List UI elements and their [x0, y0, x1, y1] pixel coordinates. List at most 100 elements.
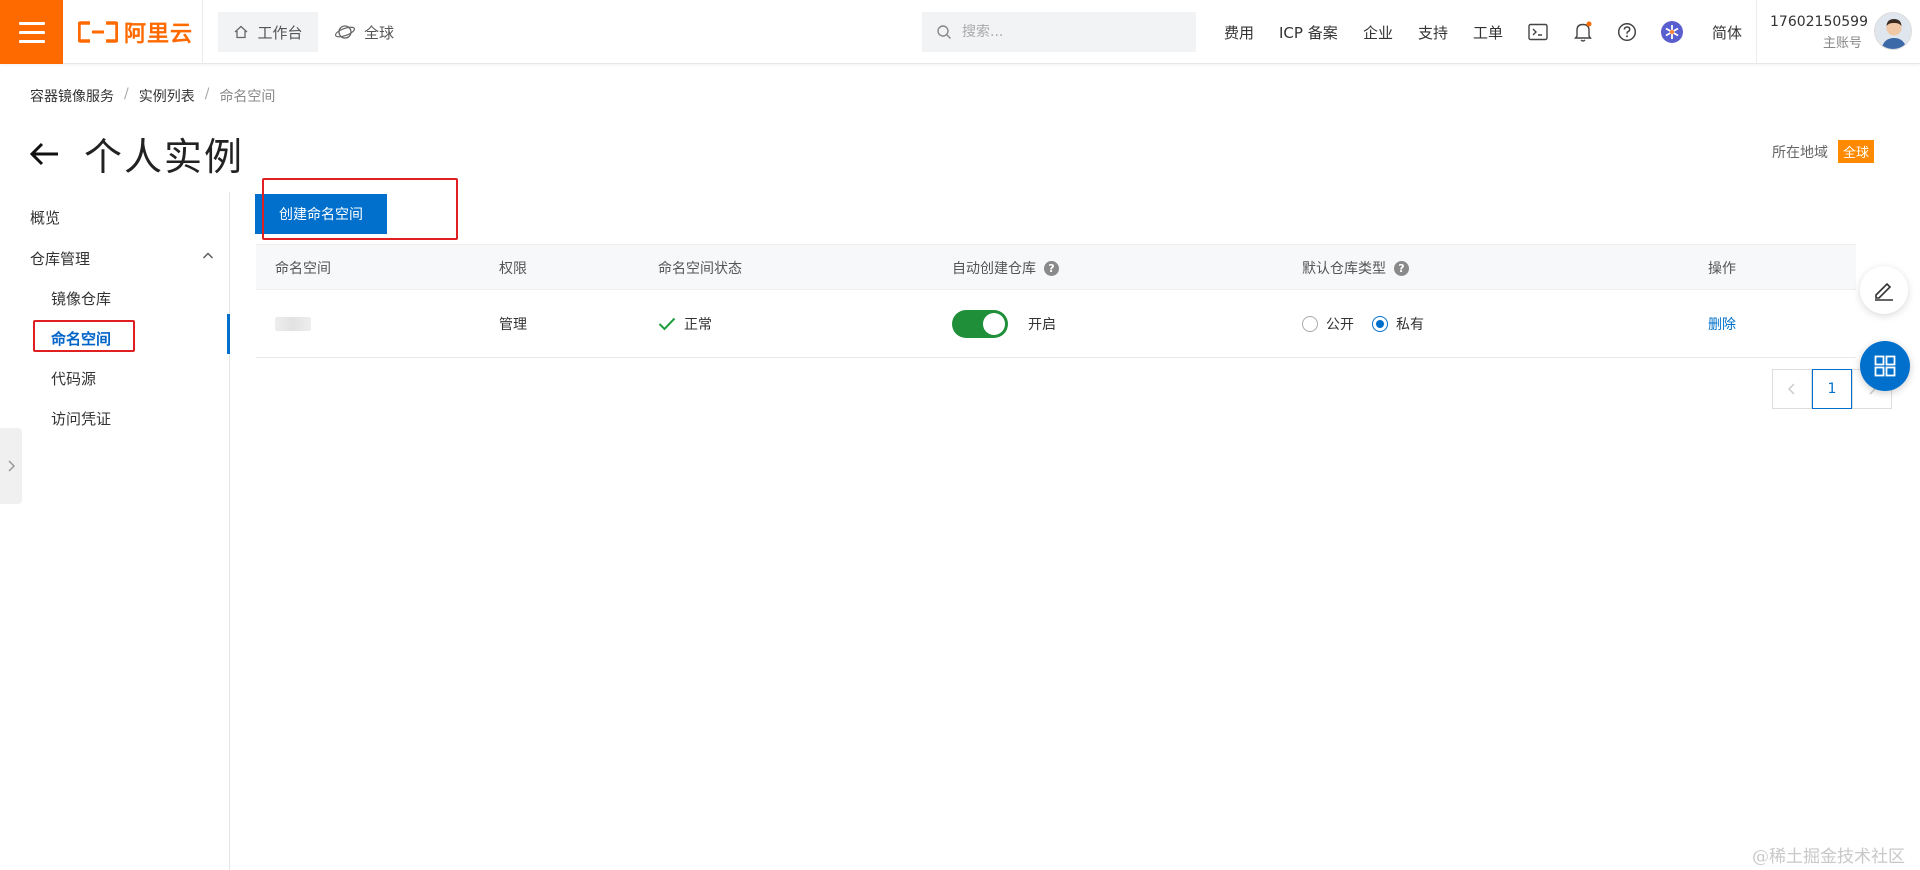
page-title: 个人实例 [84, 135, 245, 179]
radio-public-label[interactable]: 公开 [1326, 314, 1354, 334]
auto-create-toggle[interactable] [952, 310, 1008, 338]
feedback-edit-button[interactable] [1860, 266, 1908, 314]
table-header: 命名空间 权限 命名空间状态 自动创建仓库 ? 默认仓库类型 ? 操作 [256, 244, 1856, 290]
column-header-label: 默认仓库类型 [1302, 261, 1386, 277]
language-switch[interactable]: 简体 [1712, 0, 1742, 64]
sidebar-active-indicator [227, 314, 230, 354]
radio-private-label[interactable]: 私有 [1396, 314, 1424, 334]
sidebar-item-image-repo[interactable]: 镜像仓库 [51, 288, 111, 309]
nav-link-icp-label[interactable]: ICP 备案 [1279, 22, 1338, 43]
highlight-box-namespace [33, 320, 135, 352]
prev-page-button[interactable] [1772, 369, 1812, 409]
column-header-auto-create: 自动创建仓库 ? [952, 258, 1059, 278]
namespace-table: 命名空间 权限 命名空间状态 自动创建仓库 ? 默认仓库类型 ? 操作 管理 正… [256, 244, 1856, 358]
delete-link[interactable]: 删除 [1708, 314, 1736, 334]
column-header-default-repo-type: 默认仓库类型 ? [1302, 258, 1409, 278]
sidebar-group-label: 仓库管理 [30, 250, 91, 268]
terminal-icon[interactable] [1526, 20, 1550, 44]
hamburger-menu-icon[interactable] [0, 0, 63, 64]
search-icon [937, 25, 951, 39]
region-tag[interactable]: 全球 [1838, 140, 1875, 163]
account-info[interactable]: 17602150599 主账号 [1770, 14, 1868, 51]
breadcrumb-instance-list[interactable]: 实例列表 [139, 86, 195, 106]
toggle-label: 开启 [1028, 317, 1056, 333]
workbench-label: 工作台 [257, 23, 303, 42]
breadcrumb-separator: / [124, 86, 129, 102]
column-header-label: 自动创建仓库 [952, 261, 1036, 277]
global-region-button[interactable]: 全球 [334, 12, 394, 52]
sidebar-item-access-credential[interactable]: 访问凭证 [51, 408, 111, 429]
back-arrow-icon[interactable] [28, 137, 62, 171]
nav-link-ticket[interactable]: 工单 [1473, 0, 1503, 64]
column-header-namespace: 命名空间 [275, 258, 331, 278]
sidebar [0, 192, 230, 870]
nav-link-support-label[interactable]: 支持 [1418, 22, 1448, 43]
apps-grid-button[interactable] [1860, 341, 1910, 391]
cell-permission: 管理 [499, 317, 527, 333]
page-header: 个人实例 [28, 126, 244, 181]
help-circle-icon[interactable] [1615, 20, 1639, 44]
question-mark-icon[interactable]: ? [1044, 260, 1059, 276]
globe-orbit-icon [334, 25, 356, 39]
cell-actions: 删除 [1708, 314, 1736, 334]
aliyun-logo[interactable]: 阿里云 [78, 0, 193, 64]
logo-text: 阿里云 [124, 22, 194, 47]
radio-public[interactable] [1302, 316, 1318, 332]
divider [1756, 0, 1757, 64]
watermark: @稀土掘金技术社区 [1752, 847, 1905, 867]
nav-link-fees-label[interactable]: 费用 [1224, 22, 1254, 43]
redacted-namespace-name [275, 317, 311, 331]
nav-link-enterprise[interactable]: 企业 [1363, 0, 1393, 64]
workbench-button[interactable]: 工作台 [218, 12, 318, 52]
cell-status: 正常 [658, 314, 712, 334]
column-header-permission: 权限 [499, 258, 527, 278]
divider [202, 0, 203, 64]
sidebar-item-overview[interactable]: 概览 [30, 207, 60, 228]
column-header-label: 命名空间状态 [658, 261, 742, 277]
column-header-label: 命名空间 [275, 261, 331, 277]
search-input[interactable] [962, 24, 1162, 40]
sidebar-item-code-source[interactable]: 代码源 [51, 368, 96, 389]
search-box[interactable] [922, 12, 1196, 52]
check-icon [658, 317, 676, 331]
sidebar-expand-handle[interactable] [0, 428, 22, 504]
cell-default-repo-type: 公开 私有 [1302, 314, 1424, 334]
nav-link-support[interactable]: 支持 [1418, 0, 1448, 64]
nav-link-ticket-label[interactable]: 工单 [1473, 22, 1503, 43]
chevron-left-icon [1787, 383, 1795, 395]
chevron-up-icon[interactable] [202, 251, 214, 261]
cell-auto-create: 开启 [952, 310, 1056, 338]
highlight-box-create-button [262, 178, 458, 240]
column-header-actions: 操作 [1708, 258, 1736, 278]
column-header-label: 权限 [499, 261, 527, 277]
breadcrumb-current: 命名空间 [219, 89, 276, 105]
status-text: 正常 [684, 317, 712, 333]
breadcrumb-container-registry[interactable]: 容器镜像服务 [30, 86, 114, 106]
grid-icon [1874, 355, 1896, 377]
nav-link-icp[interactable]: ICP 备案 [1279, 0, 1338, 64]
table-row: 管理 正常 开启 公开 私有 删除 [256, 290, 1856, 358]
page-number-current[interactable]: 1 [1812, 369, 1852, 409]
cell-namespace-name [275, 317, 311, 331]
aliyun-logo-mark-icon [78, 21, 118, 43]
region-label: 所在地域 [1772, 144, 1828, 161]
account-role: 主账号 [1822, 36, 1862, 51]
question-mark-icon[interactable]: ? [1394, 260, 1409, 276]
assistant-icon[interactable] [1660, 20, 1684, 44]
breadcrumb: 容器镜像服务 / 实例列表 / 命名空间 [30, 86, 275, 106]
nav-link-fees[interactable]: 费用 [1224, 0, 1254, 64]
pencil-icon [1875, 282, 1893, 301]
sidebar-group-repo-management[interactable]: 仓库管理 [30, 248, 90, 269]
region-indicator: 所在地域 全球 [1772, 140, 1875, 163]
chevron-right-icon [8, 460, 16, 472]
breadcrumb-separator: / [204, 86, 210, 102]
home-icon [235, 25, 248, 39]
column-header-status: 命名空间状态 [658, 258, 742, 278]
bell-icon[interactable] [1571, 20, 1595, 44]
language-label[interactable]: 简体 [1712, 22, 1742, 43]
column-header-label: 操作 [1708, 261, 1736, 277]
avatar[interactable] [1874, 12, 1912, 50]
nav-link-enterprise-label[interactable]: 企业 [1363, 22, 1393, 43]
account-id: 17602150599 [1770, 14, 1868, 30]
radio-private[interactable] [1372, 316, 1388, 332]
